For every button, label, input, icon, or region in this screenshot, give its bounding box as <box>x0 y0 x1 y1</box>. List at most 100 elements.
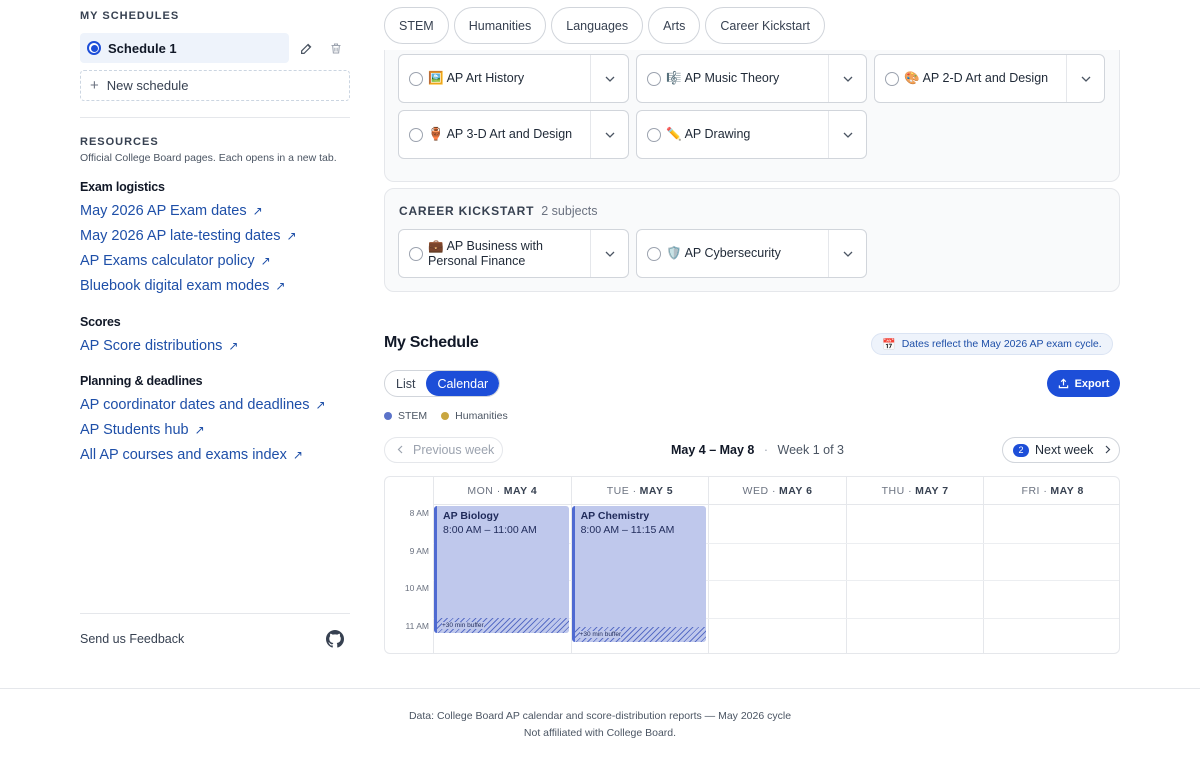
previous-week-label: Previous week <box>413 443 495 457</box>
subject-card[interactable]: 🎨 AP 2-D Art and Design <box>874 54 1105 103</box>
chevron-down-icon[interactable] <box>1066 55 1104 102</box>
shield-icon: 🛡️ <box>666 246 682 260</box>
resource-link[interactable]: AP coordinator dates and deadlines ↗ <box>80 397 326 413</box>
plus-icon: + <box>90 77 99 94</box>
subject-radio[interactable] <box>647 71 661 86</box>
edit-icon[interactable] <box>298 40 314 56</box>
subject-card[interactable]: 💼 AP Business with Personal Finance <box>398 229 629 278</box>
subject-radio[interactable] <box>409 71 423 86</box>
chevron-down-icon[interactable] <box>828 230 866 277</box>
link-label: Bluebook digital exam modes <box>80 278 270 294</box>
view-list-tab[interactable]: List <box>385 371 426 396</box>
github-icon[interactable] <box>326 630 344 648</box>
subject-radio[interactable] <box>647 246 661 261</box>
briefcase-icon: 💼 <box>428 238 444 253</box>
section-title: My Schedule <box>384 334 479 351</box>
external-link-icon: ↗ <box>292 448 303 462</box>
subject-card[interactable]: ✏️ AP Drawing <box>636 110 867 159</box>
export-label: Export <box>1074 377 1110 390</box>
tab-career-kickstart[interactable]: Career Kickstart <box>705 7 825 44</box>
event-buffer-label: +30 min buffer <box>579 630 622 638</box>
export-button[interactable]: Export <box>1047 370 1120 397</box>
resource-link[interactable]: May 2026 AP late-testing dates ↗ <box>80 228 297 244</box>
cycle-badge: 📅 Dates reflect the May 2026 AP exam cyc… <box>871 333 1113 355</box>
schedule-item[interactable]: Schedule 1 <box>80 33 289 63</box>
subject-count: 2 subjects <box>541 204 598 218</box>
tab-arts[interactable]: Arts <box>648 7 701 44</box>
tab-stem[interactable]: STEM <box>384 7 449 44</box>
day-header: MON · MAY 4 <box>433 477 571 505</box>
next-week-button[interactable]: 2 Next week <box>1002 437 1120 463</box>
career-kickstart-panel: CAREER KICKSTART 2 subjects 💼 AP Business… <box>384 188 1120 292</box>
external-link-icon: ↗ <box>194 423 205 437</box>
legend-label: Humanities <box>455 410 508 422</box>
external-link-icon: ↗ <box>252 204 263 218</box>
tab-languages[interactable]: Languages <box>551 7 644 44</box>
event-buffer: +30 min buffer <box>574 626 707 642</box>
day-header: THU · MAY 7 <box>845 477 984 505</box>
schedule-selected-radio[interactable] <box>87 41 101 55</box>
trash-icon[interactable] <box>328 40 344 56</box>
subject-name: AP 2-D Art and Design <box>922 71 1049 85</box>
legend: STEM Humanities <box>384 410 508 422</box>
new-schedule-button[interactable]: + New schedule <box>80 70 350 101</box>
subject-radio[interactable] <box>885 71 899 86</box>
external-link-icon: ↗ <box>315 398 326 412</box>
chevron-down-icon[interactable] <box>590 55 628 102</box>
event-time: 8:00 AM – 11:15 AM <box>580 524 675 536</box>
subject-radio[interactable] <box>409 246 423 261</box>
calendar-event[interactable]: AP Chemistry 8:00 AM – 11:15 AM +30 min bu… <box>571 506 707 642</box>
subject-radio[interactable] <box>409 127 423 142</box>
resource-link[interactable]: Bluebook digital exam modes ↗ <box>80 278 285 294</box>
resource-link[interactable]: All AP courses and exams index ↗ <box>80 447 303 463</box>
subject-card[interactable]: 🏺 AP 3-D Art and Design <box>398 110 629 159</box>
event-buffer-label: +30 min buffer <box>442 621 484 629</box>
group-title-exam-logistics: Exam logistics <box>80 180 165 194</box>
week-indicator: May 4 – May 8 · Week 1 of 3 <box>671 443 845 457</box>
week-of: Week 1 of 3 <box>777 443 845 457</box>
subject-radio[interactable] <box>647 127 661 142</box>
calendar-icon: 📅 <box>882 338 896 351</box>
calendar-event[interactable]: AP Biology 8:00 AM – 11:00 AM +30 min buff… <box>434 506 569 633</box>
footer-source: Data: College Board AP calendar and scor… <box>408 710 792 722</box>
upload-icon <box>1058 378 1068 389</box>
link-label: All AP courses and exams index <box>80 447 287 463</box>
resource-link[interactable]: AP Score distributions ↗ <box>80 338 238 354</box>
time-label: 9 AM <box>409 545 429 556</box>
view-calendar-tab[interactable]: Calendar <box>426 371 500 396</box>
resource-link[interactable]: AP Exams calculator policy ↗ <box>80 253 271 269</box>
previous-week-button[interactable]: Previous week <box>384 437 503 463</box>
feedback-link[interactable]: Send us Feedback <box>80 632 184 646</box>
chevron-down-icon[interactable] <box>590 230 628 277</box>
external-link-icon: ↗ <box>260 254 271 268</box>
subject-name: AP Cybersecurity <box>684 246 781 260</box>
group-title-scores: Scores <box>80 315 121 329</box>
subject-card[interactable]: 🎼 AP Music Theory <box>636 54 867 103</box>
external-link-icon: ↗ <box>228 339 239 353</box>
tab-humanities[interactable]: Humanities <box>453 7 547 44</box>
subject-card[interactable]: 🖼️ AP Art History <box>398 54 629 103</box>
chevron-down-icon[interactable] <box>828 55 866 102</box>
subject-name: AP 3-D Art and Design <box>446 127 573 141</box>
resource-link[interactable]: AP Students hub ↗ <box>80 422 205 438</box>
pencil-icon: ✏️ <box>666 127 682 141</box>
next-week-count-badge: 2 <box>1013 443 1029 457</box>
event-name: AP Chemistry <box>580 510 650 522</box>
legend-dot <box>441 412 450 420</box>
new-schedule-label: New schedule <box>106 78 189 93</box>
legend-label: STEM <box>398 410 428 422</box>
arts-subject-panel: 🖼️ AP Art History 🎼 AP Music Theory 🎨 AP 2-… <box>384 50 1120 182</box>
chevron-down-icon[interactable] <box>828 111 866 158</box>
subject-name: AP Drawing <box>684 127 751 141</box>
chevron-left-icon <box>397 443 403 457</box>
link-label: May 2026 AP Exam dates <box>80 203 247 219</box>
resource-link[interactable]: May 2026 AP Exam dates ↗ <box>80 203 263 219</box>
sidebar-divider <box>80 117 350 118</box>
link-label: AP Exams calculator policy <box>80 253 255 269</box>
link-label: May 2026 AP late-testing dates <box>80 228 281 244</box>
time-label: 10 AM <box>404 583 429 593</box>
resources-subtitle: Official College Board pages. Each opens… <box>80 152 337 164</box>
chevron-down-icon[interactable] <box>590 111 628 158</box>
resources-heading: RESOURCES <box>80 136 159 148</box>
subject-card[interactable]: 🛡️ AP Cybersecurity <box>636 229 867 278</box>
